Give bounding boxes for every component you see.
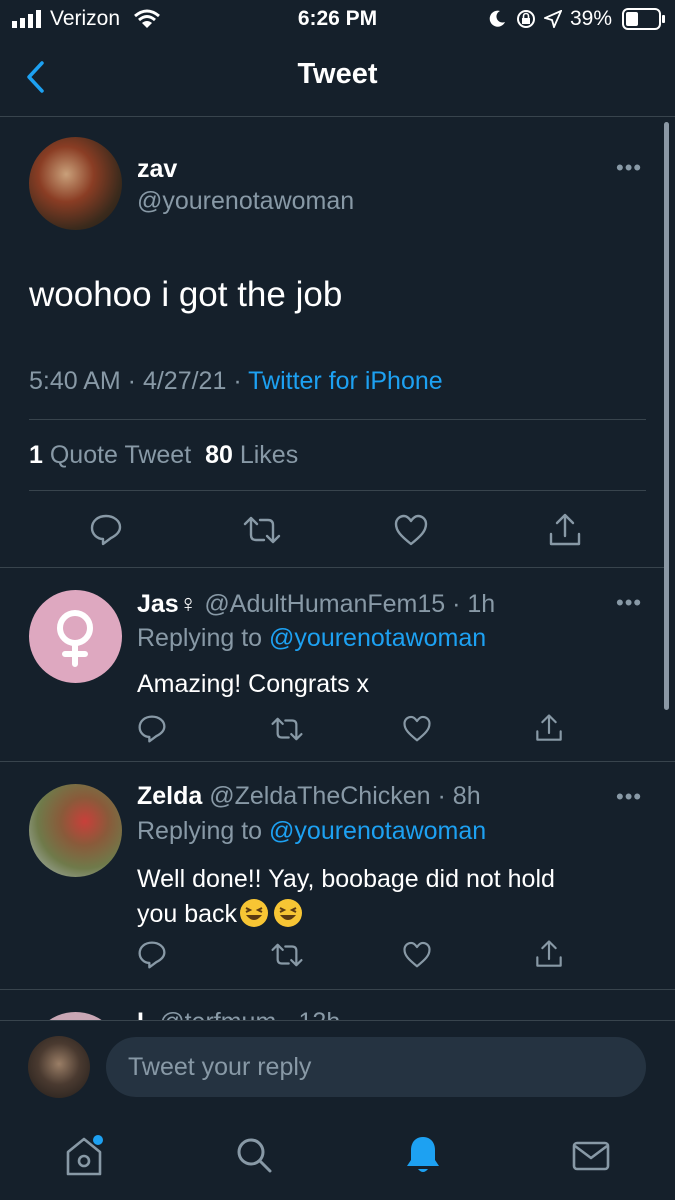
avatar[interactable] — [28, 1036, 90, 1098]
retweet-icon[interactable] — [242, 515, 282, 545]
replying-to-link[interactable]: @yourenotawoman — [269, 624, 486, 652]
handle[interactable]: @yourenotawoman — [137, 187, 354, 216]
reply-age: 8h — [452, 782, 481, 810]
scrollbar[interactable] — [664, 122, 669, 710]
status-bar: Verizon 6:26 PM 39% — [0, 0, 675, 38]
tweet-source[interactable]: Twitter for iPhone — [248, 367, 443, 395]
reply-text-line: you back — [137, 897, 555, 932]
tweet-stats: 1 Quote Tweet 80 Likes — [29, 441, 298, 470]
more-icon[interactable]: ••• — [616, 784, 642, 810]
laughing-emoji-icon — [274, 899, 303, 927]
replying-prefix: Replying to — [137, 624, 263, 652]
more-icon[interactable]: ••• — [616, 155, 642, 181]
like-icon[interactable] — [402, 941, 432, 969]
tab-bar — [0, 1120, 675, 1200]
reply-age: 1h — [467, 590, 496, 618]
reply-item[interactable]: Jas♀ @AdultHumanFem15 · 1h ••• Replying … — [0, 568, 664, 761]
more-icon[interactable]: ••• — [616, 590, 642, 616]
reply-input[interactable]: Tweet your reply — [106, 1037, 646, 1097]
avatar[interactable] — [29, 1012, 122, 1020]
avatar[interactable] — [29, 590, 122, 683]
female-symbol-icon — [57, 610, 93, 667]
search-icon[interactable] — [235, 1136, 273, 1174]
quote-count: 1 — [29, 441, 43, 469]
reply-header: L @terfmum · 12h — [137, 1008, 340, 1020]
location-icon — [544, 10, 562, 28]
reply-icon[interactable] — [137, 714, 167, 744]
tweet-time: 5:40 AM — [29, 367, 121, 395]
display-name[interactable]: Zelda — [137, 782, 202, 810]
handle[interactable]: @ZeldaTheChicken — [209, 782, 430, 810]
tweet-meta: 5:40 AM · 4/27/21 · Twitter for iPhone — [29, 367, 443, 395]
display-name[interactable]: L — [137, 1008, 152, 1020]
laughing-emoji-icon — [240, 899, 269, 927]
like-icon[interactable] — [393, 514, 429, 547]
main-tweet: zav @yourenotawoman ••• woohoo i got the… — [0, 117, 664, 567]
moon-icon — [489, 10, 505, 27]
tweet-date: 4/27/21 — [142, 367, 227, 395]
like-icon[interactable] — [402, 715, 432, 743]
reply-icon[interactable] — [137, 940, 167, 970]
messages-icon[interactable] — [572, 1140, 610, 1172]
likes-label: Likes — [239, 441, 299, 469]
display-name[interactable]: zav — [137, 155, 177, 184]
share-icon[interactable] — [534, 939, 564, 969]
retweet-icon[interactable] — [270, 716, 304, 742]
reply-item[interactable]: L @terfmum · 12h — [0, 990, 675, 1020]
reply-text: Amazing! Congrats x — [137, 670, 370, 698]
divider — [29, 419, 646, 420]
share-icon[interactable] — [534, 713, 564, 743]
handle[interactable]: @AdultHumanFem15 — [204, 590, 445, 618]
home-icon[interactable] — [64, 1134, 104, 1178]
replying-to: Replying to @yourenotawoman — [137, 624, 486, 653]
rotation-lock-icon — [517, 10, 535, 28]
likes-stat[interactable]: 80 Likes — [205, 441, 298, 469]
divider — [29, 490, 646, 491]
page-title: Tweet — [297, 58, 378, 90]
like-count: 80 — [205, 441, 233, 469]
battery-percent: 39% — [570, 7, 613, 30]
reply-text-line: Well done!! Yay, boobage did not hold — [137, 865, 555, 893]
battery-icon — [622, 8, 665, 30]
notifications-icon[interactable] — [404, 1134, 442, 1176]
reply-age: 12h — [299, 1008, 341, 1020]
replying-prefix: Replying to — [137, 817, 263, 845]
replying-to-link[interactable]: @yourenotawoman — [269, 817, 486, 845]
reply-text: Well done!! Yay, boobage did not hold yo… — [137, 862, 555, 932]
quote-stat[interactable]: 1 Quote Tweet — [29, 441, 191, 469]
retweet-icon[interactable] — [270, 942, 304, 968]
reply-header: Zelda @ZeldaTheChicken · 8h — [137, 782, 481, 810]
reply-text-line2: you back — [137, 900, 238, 928]
reply-item[interactable]: Zelda @ZeldaTheChicken · 8h ••• Replying… — [0, 762, 664, 988]
avatar[interactable] — [29, 784, 122, 877]
share-icon[interactable] — [547, 512, 583, 548]
quote-label: Quote Tweet — [49, 441, 192, 469]
reply-header: Jas♀ @AdultHumanFem15 · 1h — [137, 590, 496, 618]
display-name[interactable]: Jas♀ — [137, 590, 197, 618]
replying-to: Replying to @yourenotawoman — [137, 817, 486, 846]
tweet-text: woohoo i got the job — [29, 275, 343, 314]
divider — [0, 1020, 675, 1021]
handle[interactable]: @terfmum — [159, 1008, 276, 1020]
reply-icon[interactable] — [89, 513, 123, 547]
avatar[interactable] — [29, 137, 122, 230]
